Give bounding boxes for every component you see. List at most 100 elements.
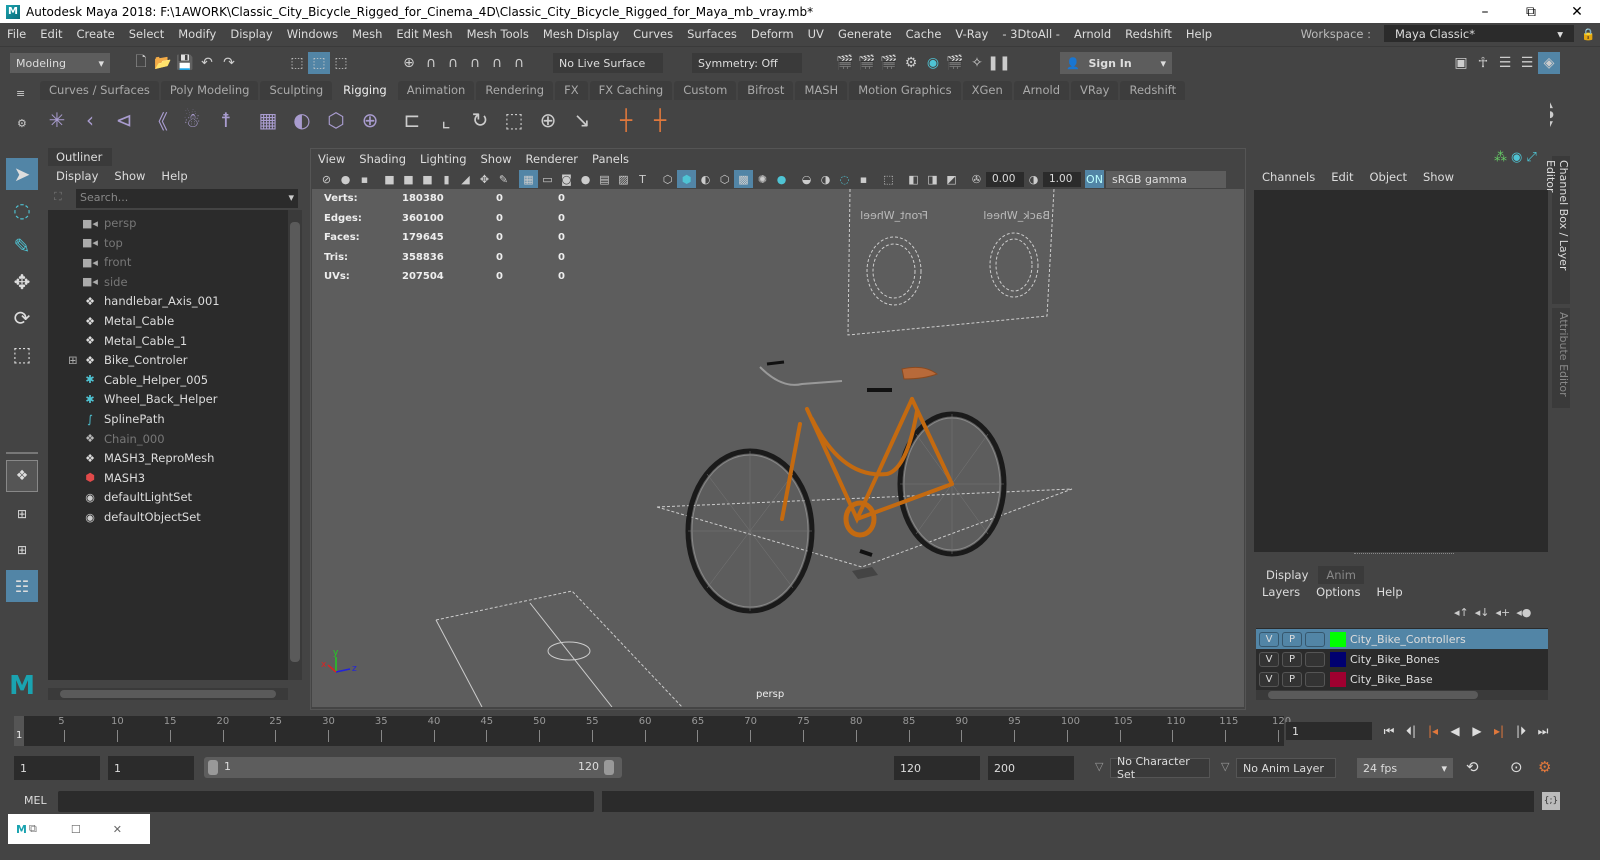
safe-title-icon[interactable]: T [633, 170, 652, 188]
modeling-toolkit-icon[interactable]: ▣ [1450, 52, 1472, 74]
layer-color-swatch[interactable] [1330, 631, 1346, 647]
attribute-toggle-icon[interactable]: ⤢ [1526, 150, 1536, 165]
lasso-tool-icon[interactable]: ◌ [6, 194, 38, 226]
layer-row[interactable]: V P City_Bike_Bones [1256, 649, 1548, 669]
select-camera-icon[interactable]: ⊘ [317, 170, 336, 188]
loop-icon[interactable]: ⟲ [1466, 758, 1479, 776]
default-material-icon[interactable]: ◐ [696, 170, 715, 188]
fps-dropdown[interactable]: 24 fps ▾ [1357, 758, 1453, 778]
snap-live-icon[interactable]: ∩ [508, 52, 530, 74]
live-surface-field[interactable]: No Live Surface [553, 53, 663, 73]
exposure-field[interactable]: 0.00 [986, 171, 1024, 187]
four-pane-layout-icon[interactable]: ⊞ [6, 498, 38, 530]
anim-layer-dropdown[interactable]: No Anim Layer [1236, 758, 1336, 778]
character-set-menu-icon[interactable]: ▽ [1095, 760, 1103, 773]
xray-joints-icon[interactable]: ◩ [942, 170, 961, 188]
outliner-layout-icon[interactable]: ☷ [6, 570, 38, 602]
viewport-canvas[interactable]: Verts: 180380 0 0 Edges: 360100 0 0 Faces: 179645… [312, 189, 1244, 707]
maya-taskbar-icon[interactable]: M [16, 823, 27, 836]
outliner-item[interactable]: ■◂ front [82, 253, 131, 271]
render-setup-icon[interactable]: 🎬 [944, 52, 966, 74]
character-set-dropdown[interactable]: No Character Set [1110, 755, 1210, 781]
human-ik-icon[interactable]: ☥ [1472, 52, 1494, 74]
mel-input[interactable] [58, 791, 594, 812]
close-button[interactable]: ✕ [1554, 0, 1600, 23]
layer-menu-help[interactable]: Help [1368, 585, 1410, 603]
use-all-lights-icon[interactable]: ✺ [753, 170, 772, 188]
viewport-menu-renderer[interactable]: Renderer [519, 152, 586, 166]
anim-layer-menu-icon[interactable]: ▽ [1221, 760, 1229, 773]
scale-constraint-icon[interactable]: ⬚ [500, 105, 528, 135]
minimize-button[interactable]: – [1462, 0, 1508, 23]
gamma-field[interactable]: 1.00 [1043, 171, 1081, 187]
menu-3dtoall[interactable]: - 3DtoAll - [995, 27, 1067, 41]
menu-select[interactable]: Select [122, 27, 171, 41]
skeleton-icon[interactable]: ☃ [178, 105, 206, 135]
playback-toggle[interactable]: P [1282, 651, 1302, 667]
bookmark-icon[interactable]: ▪ [355, 170, 374, 188]
field-chart-icon[interactable]: ▤ [595, 170, 614, 188]
playback-toggle[interactable]: P [1282, 671, 1302, 687]
isolate-select-icon[interactable]: ⬚ [879, 170, 898, 188]
outliner-item[interactable]: ■◂ top [82, 234, 123, 252]
tool-settings-icon[interactable]: ☰ [1516, 52, 1538, 74]
outliner-horizontal-scrollbar[interactable] [48, 688, 288, 700]
shelf-gear-icon[interactable]: ⚙ [17, 117, 27, 130]
chevron-down-icon[interactable]: ▾ [288, 191, 294, 204]
pause-icon[interactable]: ❚❚ [987, 52, 1010, 74]
visibility-toggle[interactable]: V [1259, 671, 1279, 687]
workspace-dropdown[interactable]: Maya Classic* ▾ [1384, 25, 1574, 42]
move-tool-icon[interactable]: ✥ [6, 266, 38, 298]
shelf-tab-motion-graphics[interactable]: Motion Graphics [849, 81, 961, 100]
script-editor-icon[interactable]: {;} [1542, 792, 1560, 810]
move-manipulator-icon[interactable]: ⁂ [1494, 150, 1507, 165]
aim-constraint-icon[interactable]: ⊕ [534, 105, 562, 135]
bind-skin-icon[interactable]: ▦ [254, 105, 282, 135]
layer-row[interactable]: V P City_Bike_Controllers [1256, 629, 1548, 649]
filter-icon[interactable]: ⛶ [54, 190, 62, 204]
menu-mesh-tools[interactable]: Mesh Tools [460, 27, 536, 41]
create-joints-icon[interactable]: ✳ [43, 105, 71, 135]
hypershade-icon[interactable]: ◉ [922, 52, 944, 74]
viewport-menu-show[interactable]: Show [474, 152, 519, 166]
ipr-render-icon[interactable]: 🎬 [878, 52, 900, 74]
select-object-icon[interactable]: ⬚ [308, 52, 330, 74]
snap-view-icon[interactable]: ∩ [464, 52, 486, 74]
play-forward-icon[interactable]: ▶ [1466, 721, 1488, 741]
anti-aliasing-icon[interactable]: ◌ [835, 170, 854, 188]
outliner-item[interactable]: ❖ Metal_Cable_1 [82, 332, 187, 350]
layer-color-swatch[interactable] [1330, 651, 1346, 667]
viewport-menu-panels[interactable]: Panels [585, 152, 636, 166]
viewport-menu-view[interactable]: View [311, 152, 352, 166]
xray-active-icon[interactable]: ◨ [923, 170, 942, 188]
outliner-item[interactable]: ❖ Chain_000 [82, 430, 165, 448]
scale-tool-icon[interactable]: ⬚ [6, 338, 38, 370]
menu-file[interactable]: File [0, 27, 33, 41]
mode-dropdown[interactable]: Modeling ▾ [10, 53, 110, 73]
exposure-icon[interactable]: ✇ [967, 170, 986, 188]
wireframe-icon[interactable]: ⬡ [658, 170, 677, 188]
auto-key-icon[interactable]: ⊙ [1510, 758, 1523, 776]
layer-horizontal-scrollbar[interactable] [1256, 690, 1548, 700]
playback-start-field[interactable]: 1 [108, 756, 194, 780]
image-plane-icon[interactable]: ◢ [456, 170, 475, 188]
outliner-item[interactable]: ⬢ MASH3 [82, 469, 145, 487]
motion-blur-icon[interactable]: ◑ [816, 170, 835, 188]
display-type-toggle[interactable] [1305, 631, 1325, 647]
shelf-tab-sculpting[interactable]: Sculpting [260, 81, 333, 100]
ik-fk-blend-icon[interactable]: ┼ [646, 105, 674, 135]
menu-surfaces[interactable]: Surfaces [680, 27, 744, 41]
grid-icon[interactable]: ▦ [519, 170, 538, 188]
shelf-tab-animation[interactable]: Animation [397, 81, 475, 100]
outliner-item[interactable]: ❖ Metal_Cable [82, 312, 174, 330]
maximize-button[interactable]: ⧉ [1508, 0, 1554, 23]
wireframe-on-shaded-icon[interactable]: ⬡ [715, 170, 734, 188]
lattice-icon[interactable]: ⬡ [322, 105, 350, 135]
menu-cache[interactable]: Cache [899, 27, 949, 41]
step-back-key-icon[interactable]: ⏴| [1400, 721, 1422, 741]
move-layer-up-icon[interactable]: ◂↑ [1454, 606, 1469, 619]
outliner-item[interactable]: ❖ handlebar_Axis_001 [82, 292, 220, 310]
ik-spline-icon[interactable]: 《 [144, 105, 172, 135]
outliner-menu-show[interactable]: Show [106, 169, 153, 183]
outliner-tab[interactable]: Outliner [48, 148, 112, 166]
